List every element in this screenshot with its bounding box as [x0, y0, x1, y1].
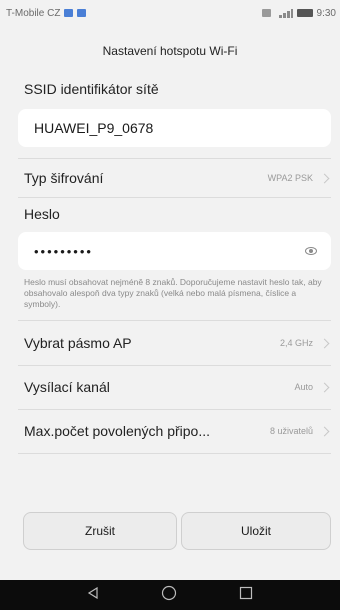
recent-apps-icon[interactable] — [239, 586, 253, 605]
max-connections-label: Max.počet povolených připo... — [24, 423, 210, 439]
chevron-right-icon — [319, 338, 330, 348]
channel-row[interactable]: Vysílací kanál Auto — [0, 368, 340, 406]
battery-icon — [296, 9, 313, 17]
ssid-input[interactable]: HUAWEI_P9_0678 — [18, 109, 331, 147]
divider — [18, 365, 331, 366]
max-connections-right: 8 uživatelů — [270, 426, 332, 436]
band-row[interactable]: Vybrat pásmo AP 2,4 GHz — [0, 324, 340, 362]
password-label: Heslo — [24, 206, 60, 222]
status-left: T-Mobile CZ — [6, 7, 87, 19]
divider — [18, 409, 331, 410]
encryption-row[interactable]: Typ šifrování WPA2 PSK — [0, 159, 340, 197]
chevron-right-icon — [319, 426, 330, 436]
password-hint: Heslo musí obsahovat nejméně 8 znaků. Do… — [24, 277, 322, 309]
divider — [18, 453, 331, 454]
save-button[interactable]: Uložit — [181, 512, 331, 550]
message-notification-icon — [64, 9, 74, 17]
status-bar: T-Mobile CZ 9:30 — [0, 0, 340, 26]
max-connections-value: 8 uživatelů — [269, 426, 313, 436]
channel-right: Auto — [294, 382, 332, 392]
hotspot-icon — [261, 9, 271, 17]
band-value: 2,4 GHz — [279, 338, 313, 348]
ssid-label: SSID identifikátor sítě — [24, 81, 159, 97]
encryption-value: WPA2 PSK — [267, 173, 313, 183]
eye-icon[interactable] — [305, 247, 317, 255]
divider — [18, 320, 331, 321]
band-label: Vybrat pásmo AP — [24, 335, 132, 351]
channel-label: Vysílací kanál — [24, 379, 110, 395]
carrier-name: T-Mobile CZ — [6, 7, 61, 19]
encryption-label: Typ šifrování — [24, 170, 104, 186]
page-title: Nastavení hotspotu Wi-Fi — [102, 44, 238, 58]
divider — [18, 197, 331, 198]
home-icon[interactable] — [161, 585, 177, 606]
chevron-right-icon — [319, 173, 330, 183]
clock: 9:30 — [316, 7, 336, 19]
back-icon[interactable] — [87, 586, 99, 604]
password-input[interactable]: ••••••••• — [18, 232, 331, 270]
password-value: ••••••••• — [34, 243, 93, 259]
signal-icon — [275, 8, 293, 18]
channel-value: Auto — [294, 382, 313, 392]
max-connections-row[interactable]: Max.počet povolených připo... 8 uživatel… — [0, 412, 340, 450]
ssid-value: HUAWEI_P9_0678 — [34, 120, 154, 136]
navigation-bar — [0, 580, 340, 610]
band-right: 2,4 GHz — [280, 338, 332, 348]
status-right: 9:30 — [261, 7, 336, 19]
gallery-notification-icon — [77, 9, 87, 17]
encryption-right: WPA2 PSK — [268, 173, 332, 183]
chevron-right-icon — [319, 382, 330, 392]
cancel-button[interactable]: Zrušit — [23, 512, 177, 550]
